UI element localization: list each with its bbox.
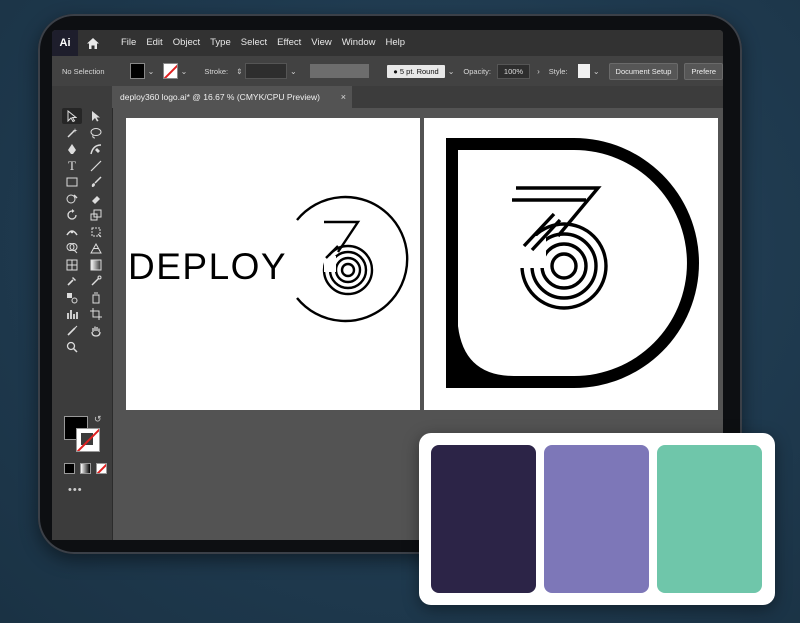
direct-selection-tool-icon[interactable] (86, 108, 106, 124)
measure-tool-icon[interactable] (86, 273, 106, 289)
chevron-down-icon[interactable]: ⌄ (590, 67, 603, 76)
artboard-tool-icon[interactable] (86, 306, 106, 322)
blend-tool-icon[interactable] (62, 290, 82, 306)
slice-tool-icon[interactable] (62, 323, 82, 339)
menu-select[interactable]: Select (236, 30, 272, 56)
stroke-color-box[interactable] (76, 428, 100, 452)
opacity-label: Opacity: (463, 66, 491, 76)
rotate-tool-icon[interactable] (62, 207, 82, 223)
pen-tool-icon[interactable] (62, 141, 82, 157)
gradient-tool-icon[interactable] (86, 257, 106, 273)
paintbrush-tool-icon[interactable] (86, 174, 106, 190)
menu-effect[interactable]: Effect (272, 30, 306, 56)
edit-toolbar-icon[interactable]: ••• (68, 484, 83, 496)
none-mode-icon[interactable] (96, 463, 107, 474)
menu-view[interactable]: View (306, 30, 336, 56)
mesh-tool-icon[interactable] (62, 257, 82, 273)
stroke-stepper-icon[interactable]: ⇕ (234, 67, 245, 76)
style-label: Style: (548, 66, 568, 76)
document-setup-button[interactable]: Document Setup (608, 62, 679, 80)
line-tool-icon[interactable] (86, 158, 106, 174)
eraser-tool-icon[interactable] (86, 191, 106, 207)
menu-file[interactable]: File (116, 30, 141, 56)
palette-swatch-lavender (544, 445, 649, 593)
control-bar: No Selection ⌄ ⌄ Stroke: ⇕ ⌄ ● 5 pt. Rou… (52, 56, 723, 87)
document-tab-title: deploy360 logo.ai* @ 16.67 % (CMYK/CPU P… (120, 92, 320, 102)
magic-wand-tool-icon[interactable] (62, 125, 82, 141)
app-logo-text: Ai (59, 37, 71, 49)
menu-edit[interactable]: Edit (141, 30, 167, 56)
variable-width-field[interactable] (309, 64, 370, 78)
menu-items: File Edit Object Type Select Effect View… (116, 30, 410, 56)
lasso-tool-icon[interactable] (86, 125, 106, 141)
scale-tool-icon[interactable] (86, 207, 106, 223)
selection-tool-icon[interactable] (62, 108, 82, 124)
chevron-down-icon[interactable]: ⌄ (178, 67, 191, 76)
color-mode-icon[interactable] (64, 463, 75, 474)
close-icon[interactable]: × (341, 86, 346, 108)
menu-help[interactable]: Help (381, 30, 411, 56)
free-transform-tool-icon[interactable] (86, 224, 106, 240)
color-mode-row (64, 463, 107, 474)
chevron-down-icon[interactable]: ⌄ (145, 67, 158, 76)
menu-window[interactable]: Window (337, 30, 381, 56)
perspective-grid-tool-icon[interactable] (86, 240, 106, 256)
symbol-sprayer-tool-icon[interactable] (86, 290, 106, 306)
column-graph-tool-icon[interactable] (62, 306, 82, 322)
app-logo[interactable]: Ai (52, 30, 78, 56)
menu-type[interactable]: Type (205, 30, 236, 56)
artboard-d-icon[interactable] (424, 118, 718, 410)
logo-wordmark: DEPLOY (128, 246, 287, 287)
artboard-horizontal-logo[interactable]: DEPLOY (126, 118, 420, 410)
tools-panel: T ↺ ••• (52, 86, 113, 540)
zoom-tool-icon[interactable] (62, 339, 82, 355)
selection-status: No Selection (62, 66, 105, 76)
opacity-input[interactable]: 100% (496, 63, 531, 79)
type-tool-icon[interactable]: T (62, 158, 82, 174)
menu-object[interactable]: Object (168, 30, 205, 56)
rectangle-tool-icon[interactable] (62, 174, 82, 190)
brush-label: 5 pt. Round (399, 66, 439, 76)
chevron-down-icon[interactable]: ⌄ (287, 67, 300, 76)
horizontal-logo: DEPLOY (128, 195, 409, 323)
brush-definition[interactable]: ● 5 pt. Round (387, 64, 445, 78)
home-icon[interactable] (78, 30, 108, 56)
stroke-weight-input[interactable] (244, 63, 287, 79)
document-tab-bar: deploy360 logo.ai* @ 16.67 % (CMYK/CPU P… (112, 86, 723, 108)
fill-swatch[interactable] (130, 63, 145, 79)
menu-bar: Ai File Edit Object Type Select Effect V… (52, 30, 723, 56)
chevron-right-icon[interactable]: › (534, 67, 543, 76)
width-tool-icon[interactable] (62, 224, 82, 240)
stroke-label: Stroke: (204, 66, 229, 76)
palette-swatch-mint (657, 445, 762, 593)
d-icon-logo (446, 138, 699, 388)
hand-tool-icon[interactable] (86, 323, 106, 339)
tool-grid: T (62, 108, 106, 356)
color-palette-card (419, 433, 775, 605)
shape-builder-tool-icon[interactable] (62, 240, 82, 256)
stroke-swatch[interactable] (163, 63, 178, 79)
chevron-down-icon[interactable]: ⌄ (445, 67, 458, 76)
preferences-button[interactable]: Prefere (684, 62, 723, 80)
shaper-tool-icon[interactable] (62, 191, 82, 207)
palette-swatch-dark-purple (431, 445, 536, 593)
document-tab[interactable]: deploy360 logo.ai* @ 16.67 % (CMYK/CPU P… (112, 86, 352, 108)
eyedropper-tool-icon[interactable] (62, 273, 82, 289)
swap-fill-stroke-icon[interactable]: ↺ (94, 414, 102, 425)
curvature-tool-icon[interactable] (86, 141, 106, 157)
style-swatch[interactable] (577, 64, 590, 78)
gradient-mode-icon[interactable] (80, 463, 91, 474)
